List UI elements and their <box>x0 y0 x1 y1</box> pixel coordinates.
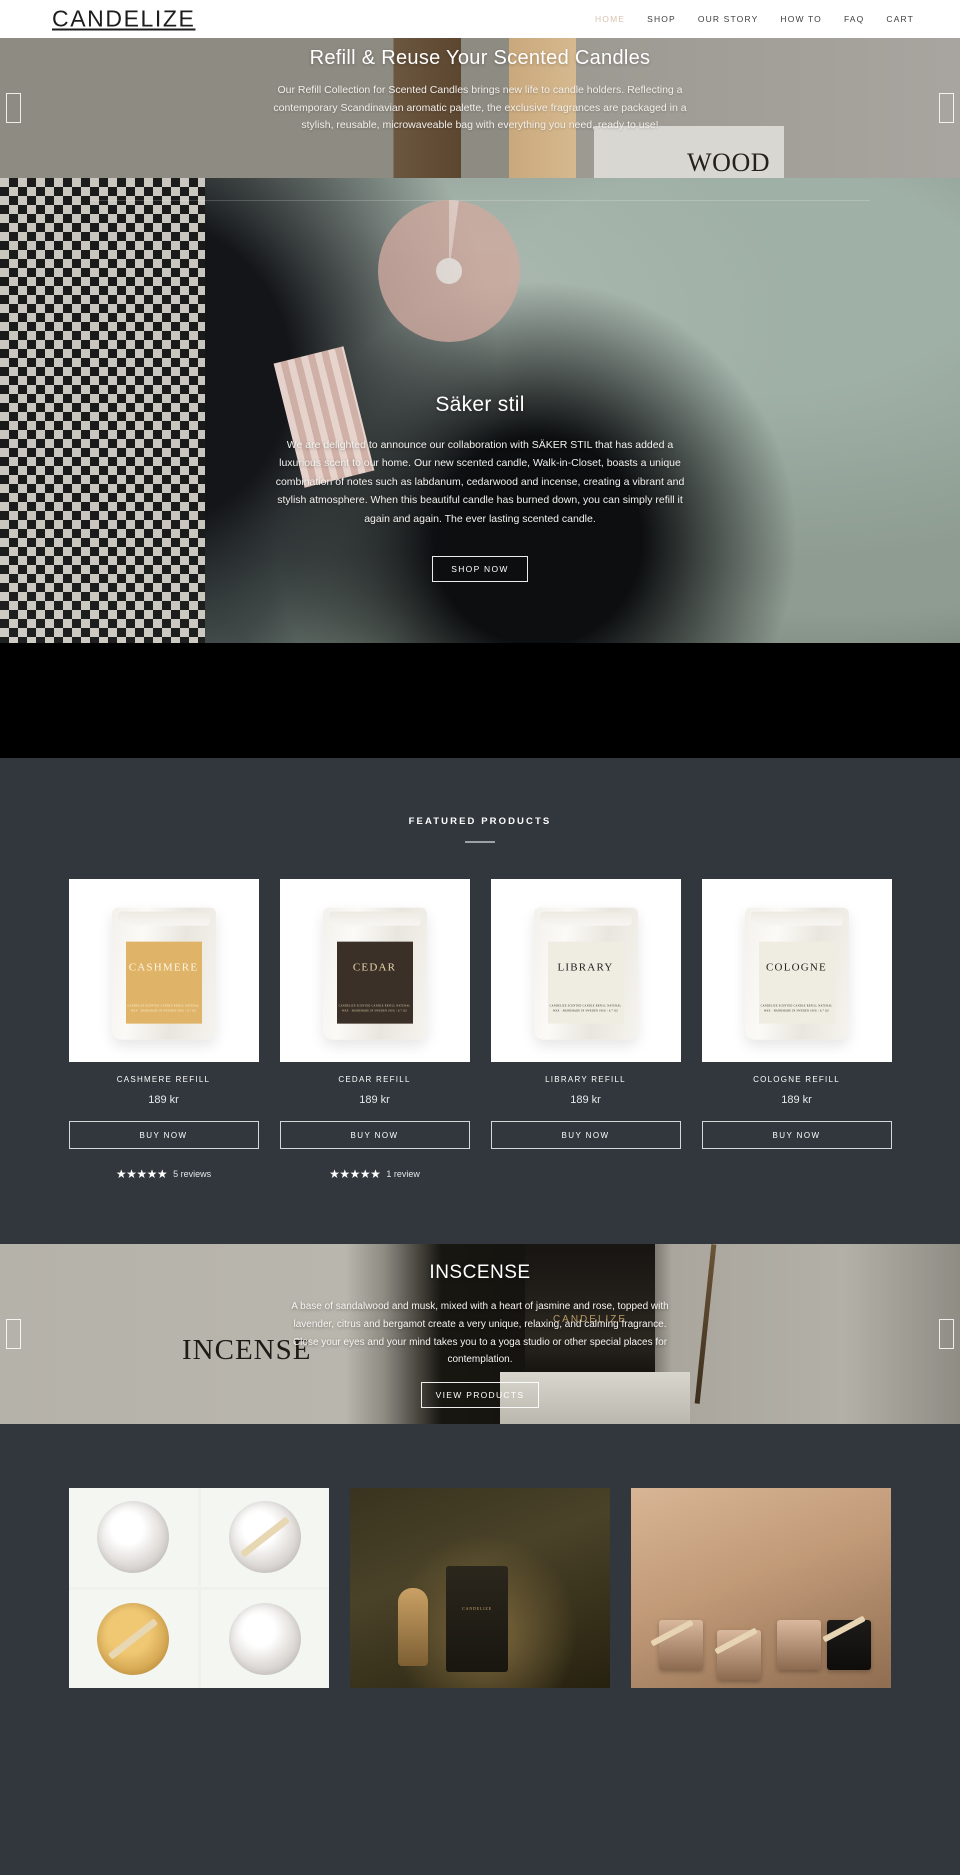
collage-cell <box>200 1589 329 1688</box>
hero-saker-stil-banner: Säker stil We are delighted to announce … <box>0 178 960 643</box>
product-name: LIBRARY REFILL <box>545 1075 626 1084</box>
buy-now-button[interactable]: BUY NOW <box>68 1121 259 1149</box>
nav-item-our-story[interactable]: OUR STORY <box>698 14 759 24</box>
product-card: COLOGNE CANDELIZE SCENTED CANDLE REFILL … <box>701 879 892 1180</box>
featured-products-title: FEATURED PRODUCTS <box>408 816 552 827</box>
product-grid: CASHMERE CANDELIZE SCENTED CANDLE REFILL… <box>0 879 960 1180</box>
featured-products-section: FEATURED PRODUCTS CASHMERE CANDELIZE SCE… <box>0 758 960 1244</box>
wax-bowl-icon <box>97 1501 170 1574</box>
refill-pouch-graphic: LIBRARY CANDELIZE SCENTED CANDLE REFILL … <box>533 907 638 1040</box>
star-rating-icon: ★★★★★ <box>115 1166 168 1181</box>
product-rating[interactable]: ★★★★★ 1 review <box>280 1167 470 1180</box>
pouch-label-subtext: CANDELIZE SCENTED CANDLE REFILL NATURAL … <box>760 1004 833 1013</box>
incense-carousel-prev-icon[interactable] <box>6 1319 21 1349</box>
hero-refill-banner: WOOD Refill & Reuse Your Scented Candles… <box>0 38 960 178</box>
carousel-next-icon[interactable] <box>939 93 954 123</box>
nav-item-shop[interactable]: SHOP <box>647 14 676 24</box>
buy-now-button[interactable]: BUY NOW <box>279 1121 470 1149</box>
star-rating-icon: ★★★★★ <box>329 1166 381 1181</box>
incense-body: A base of sandalwood and musk, mixed wit… <box>291 1301 669 1366</box>
gallery-item-dark-candle[interactable]: CANDELIZE <box>350 1488 610 1688</box>
pouch-label-subtext: CANDELIZE SCENTED CANDLE REFILL NATURAL … <box>549 1004 622 1013</box>
incense-carousel-next-icon[interactable] <box>939 1319 954 1349</box>
product-card: LIBRARY CANDELIZE SCENTED CANDLE REFILL … <box>490 879 681 1180</box>
collage-cell <box>200 1488 329 1587</box>
buy-now-button[interactable]: BUY NOW <box>701 1121 892 1149</box>
pouch-label-word: LIBRARY <box>557 961 614 974</box>
pouch-label-word: CEDAR <box>352 961 397 974</box>
refill-pouch-graphic: CEDAR CANDELIZE SCENTED CANDLE REFILL NA… <box>322 907 427 1040</box>
gallery-item-candle-jars[interactable] <box>631 1488 891 1688</box>
hero-saker-body: We are delighted to announce our collabo… <box>275 439 685 525</box>
incense-overlay: INSCENSE A base of sandalwood and musk, … <box>0 1244 960 1424</box>
product-image-cedar[interactable]: CEDAR CANDELIZE SCENTED CANDLE REFILL NA… <box>279 879 470 1062</box>
section-divider <box>465 841 495 843</box>
product-name: CASHMERE REFILL <box>116 1075 211 1084</box>
brand-logo[interactable]: CANDELIZE <box>52 6 195 33</box>
collage-cell <box>69 1589 198 1688</box>
review-count: 1 review <box>386 1168 420 1179</box>
diffuser-bottle-prop <box>398 1588 428 1666</box>
product-name: CEDAR REFILL <box>338 1075 411 1084</box>
incense-title: INSCENSE <box>429 1262 531 1283</box>
pouch-label-word: COLOGNE <box>766 961 827 974</box>
pouch-label-subtext: CANDELIZE SCENTED CANDLE REFILL NATURAL … <box>127 1004 200 1013</box>
main-navigation: HOME SHOP OUR STORY HOW TO FAQ CART <box>595 14 914 24</box>
product-rating <box>491 1167 681 1180</box>
view-products-button[interactable]: VIEW PRODUCTS <box>420 1382 540 1409</box>
pouch-label: CASHMERE CANDELIZE SCENTED CANDLE REFILL… <box>125 941 202 1024</box>
wax-bowl-icon <box>228 1602 301 1675</box>
product-image-cashmere[interactable]: CASHMERE CANDELIZE SCENTED CANDLE REFILL… <box>68 879 259 1062</box>
nav-item-faq[interactable]: FAQ <box>844 14 864 24</box>
pouch-label: LIBRARY CANDELIZE SCENTED CANDLE REFILL … <box>547 941 624 1024</box>
refill-pouch-graphic: CASHMERE CANDELIZE SCENTED CANDLE REFILL… <box>111 907 216 1040</box>
product-price: 189 kr <box>570 1094 601 1106</box>
pouch-label-word: CASHMERE <box>128 961 199 974</box>
gallery-grid: CANDELIZE <box>0 1488 960 1688</box>
pouch-label: COLOGNE CANDELIZE SCENTED CANDLE REFILL … <box>758 941 835 1024</box>
product-card: CEDAR CANDELIZE SCENTED CANDLE REFILL NA… <box>279 879 470 1180</box>
product-rating[interactable]: ★★★★★ 5 reviews <box>69 1167 259 1180</box>
refill-pouch-graphic: COLOGNE CANDELIZE SCENTED CANDLE REFILL … <box>744 907 849 1040</box>
nav-item-home[interactable]: HOME <box>595 14 625 24</box>
pouch-label: CEDAR CANDELIZE SCENTED CANDLE REFILL NA… <box>336 941 413 1024</box>
buy-now-button[interactable]: BUY NOW <box>490 1121 681 1149</box>
dark-candle-jar-prop <box>446 1566 508 1672</box>
hero-saker-overlay: Säker stil We are delighted to announce … <box>0 178 960 643</box>
gallery-section: CANDELIZE <box>0 1424 960 1688</box>
incense-banner: CANDELIZE INCENSE INSCENSE A base of san… <box>0 1244 960 1424</box>
product-price: 189 kr <box>148 1094 179 1106</box>
hero-refill-body: Our Refill Collection for Scented Candle… <box>273 84 687 132</box>
review-count: 5 reviews <box>173 1168 212 1179</box>
black-spacer-band <box>0 643 960 758</box>
gallery-item-collage[interactable] <box>69 1488 329 1688</box>
nav-item-cart[interactable]: CART <box>886 14 914 24</box>
product-price: 189 kr <box>359 1094 390 1106</box>
hero-refill-overlay: Refill & Reuse Your Scented Candles Our … <box>0 38 960 178</box>
product-price: 189 kr <box>781 1094 812 1106</box>
pouch-label-subtext: CANDELIZE SCENTED CANDLE REFILL NATURAL … <box>338 1004 411 1013</box>
collage-cell <box>69 1488 198 1587</box>
candle-cup-icon <box>777 1620 821 1670</box>
product-rating <box>702 1167 892 1180</box>
hero-refill-title: Refill & Reuse Your Scented Candles <box>309 47 651 69</box>
shop-now-button[interactable]: SHOP NOW <box>432 555 528 582</box>
dark-candle-jar-label: CANDELIZE <box>462 1606 492 1611</box>
site-header: CANDELIZE HOME SHOP OUR STORY HOW TO FAQ… <box>0 0 960 38</box>
carousel-prev-icon[interactable] <box>6 93 21 123</box>
product-image-cologne[interactable]: COLOGNE CANDELIZE SCENTED CANDLE REFILL … <box>701 879 892 1062</box>
product-name: COLOGNE REFILL <box>753 1075 840 1084</box>
featured-products-header: FEATURED PRODUCTS <box>0 816 960 843</box>
product-image-library[interactable]: LIBRARY CANDELIZE SCENTED CANDLE REFILL … <box>490 879 681 1062</box>
nav-item-how-to[interactable]: HOW TO <box>780 14 822 24</box>
product-card: CASHMERE CANDELIZE SCENTED CANDLE REFILL… <box>68 879 259 1180</box>
hero-saker-title: Säker stil <box>435 393 525 416</box>
